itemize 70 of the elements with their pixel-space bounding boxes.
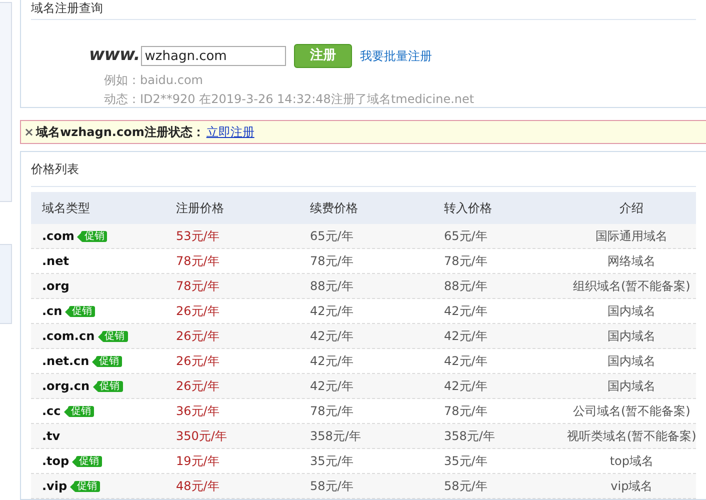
domain-type: .cc bbox=[42, 403, 61, 420]
register-price: 48元/年 bbox=[175, 478, 220, 495]
close-button[interactable]: × bbox=[24, 123, 34, 141]
renew-price: 358元/年 bbox=[309, 428, 362, 445]
domain-intro: 国内域名 bbox=[606, 328, 657, 345]
column-header: 续费价格 bbox=[309, 200, 359, 217]
transfer-price: 58元/年 bbox=[443, 478, 488, 495]
register-price: 78元/年 bbox=[175, 253, 220, 270]
column-header: 转入价格 bbox=[443, 200, 493, 217]
register-price: 26元/年 bbox=[175, 353, 220, 370]
transfer-price: 42元/年 bbox=[443, 353, 488, 370]
renew-price: 42元/年 bbox=[309, 303, 354, 320]
domain-intro: 国内域名 bbox=[606, 353, 657, 370]
transfer-price: 78元/年 bbox=[443, 403, 488, 420]
domain-intro: 公司域名(暂不能备案) bbox=[572, 403, 692, 420]
renew-price: 35元/年 bbox=[309, 453, 354, 470]
domain-intro: 国际通用域名 bbox=[594, 228, 669, 245]
renew-price: 42元/年 bbox=[309, 328, 354, 345]
column-header: 域名类型 bbox=[41, 200, 91, 217]
bulk-register-link[interactable]: 我要批量注册 bbox=[360, 47, 432, 65]
transfer-price: 42元/年 bbox=[443, 378, 488, 395]
register-price: 26元/年 bbox=[175, 378, 220, 395]
register-price: 26元/年 bbox=[175, 328, 220, 345]
domain-intro: top域名 bbox=[608, 453, 655, 470]
domain-intro: 网络域名 bbox=[606, 253, 657, 270]
activity-text: 动态：ID2**920 在2019-3-26 14:32:48注册了域名tmedicine.net bbox=[104, 91, 476, 107]
www-prefix: www. bbox=[89, 44, 140, 68]
domain-intro: 国内域名 bbox=[606, 303, 657, 320]
domain-intro: vip域名 bbox=[610, 478, 654, 495]
domain-intro: 国内域名 bbox=[606, 378, 657, 395]
register-price: 26元/年 bbox=[175, 303, 220, 320]
register-price: 350元/年 bbox=[175, 428, 228, 445]
register-price: 53元/年 bbox=[175, 228, 220, 245]
register-price: 19元/年 bbox=[175, 453, 220, 470]
renew-price: 78元/年 bbox=[309, 403, 354, 420]
transfer-price: 35元/年 bbox=[443, 453, 488, 470]
domain-type: .cn bbox=[42, 303, 62, 320]
transfer-price: 65元/年 bbox=[443, 228, 488, 245]
renew-price: 78元/年 bbox=[309, 253, 354, 270]
panel-title: 价格列表 bbox=[31, 161, 79, 178]
status-message: 域名wzhagn.com注册状态： bbox=[36, 124, 204, 141]
domain-type: .vip bbox=[42, 478, 68, 495]
transfer-price: 88元/年 bbox=[443, 278, 488, 295]
domain-type: .com.cn bbox=[42, 328, 95, 345]
example-text: 例如：baidu.com bbox=[104, 72, 204, 88]
domain-type: .org bbox=[42, 278, 70, 295]
transfer-price: 358元/年 bbox=[443, 428, 496, 445]
domain-type: .net.cn bbox=[42, 353, 90, 370]
transfer-price: 42元/年 bbox=[443, 328, 488, 345]
domain-type: .tv bbox=[42, 428, 60, 445]
register-now-link[interactable]: 立即注册 bbox=[206, 123, 254, 141]
register-price: 36元/年 bbox=[175, 403, 220, 420]
renew-price: 65元/年 bbox=[309, 228, 354, 245]
transfer-price: 42元/年 bbox=[443, 303, 488, 320]
domain-input[interactable]: wzhagn.com bbox=[140, 46, 286, 66]
domain-type: .com bbox=[42, 228, 74, 245]
domain-intro: 视听类域名(暂不能备案) bbox=[567, 428, 696, 445]
renew-price: 88元/年 bbox=[309, 278, 354, 295]
register-price: 78元/年 bbox=[175, 278, 220, 295]
panel-title: 域名注册查询 bbox=[31, 0, 103, 16]
renew-price: 58元/年 bbox=[309, 478, 354, 495]
column-header: 介绍 bbox=[618, 200, 645, 217]
domain-type: .org.cn bbox=[42, 378, 90, 395]
domain-intro: 组织域名(暂不能备案) bbox=[572, 278, 692, 295]
domain-type: .top bbox=[42, 453, 70, 470]
renew-price: 42元/年 bbox=[309, 378, 354, 395]
renew-price: 42元/年 bbox=[309, 353, 354, 370]
column-header: 注册价格 bbox=[175, 200, 225, 217]
domain-type: .net bbox=[42, 253, 69, 270]
transfer-price: 78元/年 bbox=[443, 253, 488, 270]
